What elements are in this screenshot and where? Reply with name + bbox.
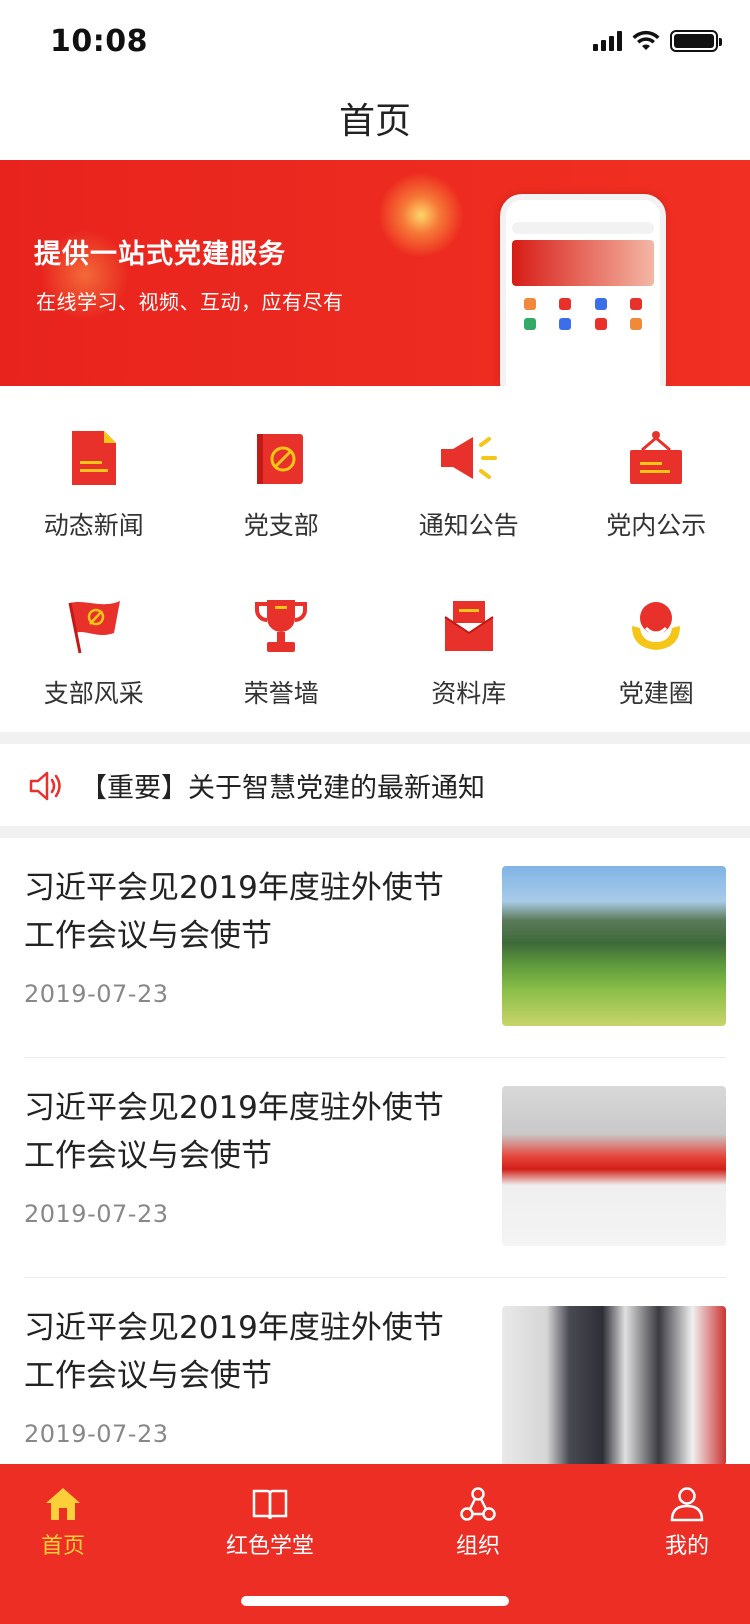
news-thumbnail bbox=[502, 1306, 726, 1466]
news-title: 习近平会见2019年度驻外使节工作会议与会使节 bbox=[24, 870, 444, 954]
tab-organization[interactable]: 组织 bbox=[403, 1486, 553, 1560]
promo-banner[interactable]: 提供一站式党建服务 在线学习、视频、互动，应有尽有 bbox=[0, 160, 750, 386]
grid-item-branch-style[interactable]: 支部风采 bbox=[0, 568, 188, 710]
section-divider bbox=[0, 732, 750, 744]
tab-red-classroom[interactable]: 红色学堂 bbox=[195, 1486, 345, 1560]
grid-item-notices[interactable]: 通知公告 bbox=[375, 400, 563, 542]
grid-item-party-circle[interactable]: 党建圈 bbox=[563, 568, 750, 710]
grid-label: 荣誉墙 bbox=[243, 679, 319, 708]
organization-icon bbox=[460, 1487, 496, 1521]
notice-text: 【重要】关于智慧党建的最新通知 bbox=[80, 773, 485, 804]
grid-item-publicity[interactable]: 党内公示 bbox=[563, 400, 750, 542]
news-date: 2019-07-23 bbox=[24, 1200, 169, 1228]
wifi-icon bbox=[632, 30, 660, 50]
grid-label: 党支部 bbox=[243, 511, 319, 540]
tab-label: 组织 bbox=[455, 1534, 500, 1559]
feature-grid: 动态新闻 党支部 通知公告 党内公示 支部风采 荣誉墙 资料库 党建圈 bbox=[0, 400, 750, 710]
news-document-icon bbox=[59, 424, 129, 492]
grid-label: 党建圈 bbox=[618, 679, 694, 708]
news-item[interactable]: 习近平会见2019年度驻外使节工作会议与会使节 2019-07-23 bbox=[0, 1058, 750, 1278]
home-indicator[interactable] bbox=[241, 1596, 509, 1606]
firework-decoration bbox=[378, 172, 464, 258]
tab-profile[interactable]: 我的 bbox=[612, 1486, 750, 1560]
battery-icon bbox=[670, 30, 722, 52]
home-icon bbox=[46, 1488, 80, 1520]
tab-label: 红色学堂 bbox=[225, 1534, 314, 1559]
news-date: 2019-07-23 bbox=[24, 1420, 169, 1448]
book-icon bbox=[252, 1489, 288, 1520]
status-icons bbox=[593, 30, 722, 52]
phone-mockup-image bbox=[500, 194, 666, 386]
grid-item-library[interactable]: 资料库 bbox=[375, 568, 563, 710]
page-title: 首页 bbox=[338, 101, 411, 142]
grid-item-party-branch[interactable]: 党支部 bbox=[188, 400, 376, 542]
grid-label: 资料库 bbox=[431, 679, 507, 708]
mail-archive-icon bbox=[434, 592, 504, 660]
community-person-icon bbox=[621, 592, 691, 660]
news-item[interactable]: 习近平会见2019年度驻外使节工作会议与会使节 2019-07-23 bbox=[0, 838, 750, 1058]
section-divider bbox=[0, 826, 750, 838]
grid-item-news[interactable]: 动态新闻 bbox=[0, 400, 188, 542]
news-title: 习近平会见2019年度驻外使节工作会议与会使节 bbox=[24, 1310, 444, 1394]
app-screen: 10:08 首页 提供一站式党建服务 在线学习、视频、互动，应有尽有 动态新闻 … bbox=[0, 0, 750, 1624]
bottom-tab-bar: 首页 红色学堂 组织 我的 bbox=[0, 1464, 750, 1624]
grid-item-honor-wall[interactable]: 荣誉墙 bbox=[188, 568, 376, 710]
news-date: 2019-07-23 bbox=[24, 980, 169, 1008]
status-bar: 10:08 bbox=[0, 0, 750, 88]
banner-title: 提供一站式党建服务 bbox=[34, 239, 286, 270]
notice-board-icon bbox=[621, 424, 691, 492]
grid-label: 支部风采 bbox=[43, 679, 144, 708]
tab-home[interactable]: 首页 bbox=[0, 1486, 138, 1560]
grid-label: 通知公告 bbox=[418, 511, 519, 540]
party-book-icon bbox=[246, 424, 316, 492]
speaker-icon bbox=[29, 771, 61, 801]
user-icon bbox=[670, 1487, 704, 1522]
news-thumbnail bbox=[502, 866, 726, 1026]
trophy-icon bbox=[246, 592, 316, 660]
tab-label: 首页 bbox=[40, 1534, 85, 1559]
megaphone-icon bbox=[434, 424, 504, 492]
notice-bar[interactable]: 【重要】关于智慧党建的最新通知 bbox=[0, 744, 750, 828]
banner-subtitle: 在线学习、视频、互动，应有尽有 bbox=[36, 290, 344, 314]
grid-label: 动态新闻 bbox=[43, 511, 144, 540]
news-thumbnail bbox=[502, 1086, 726, 1246]
tab-label: 我的 bbox=[664, 1534, 709, 1559]
grid-label: 党内公示 bbox=[606, 511, 707, 540]
cellular-signal-icon bbox=[593, 31, 622, 51]
status-time: 10:08 bbox=[50, 24, 148, 59]
party-flag-icon bbox=[59, 592, 129, 660]
news-title: 习近平会见2019年度驻外使节工作会议与会使节 bbox=[24, 1090, 444, 1174]
